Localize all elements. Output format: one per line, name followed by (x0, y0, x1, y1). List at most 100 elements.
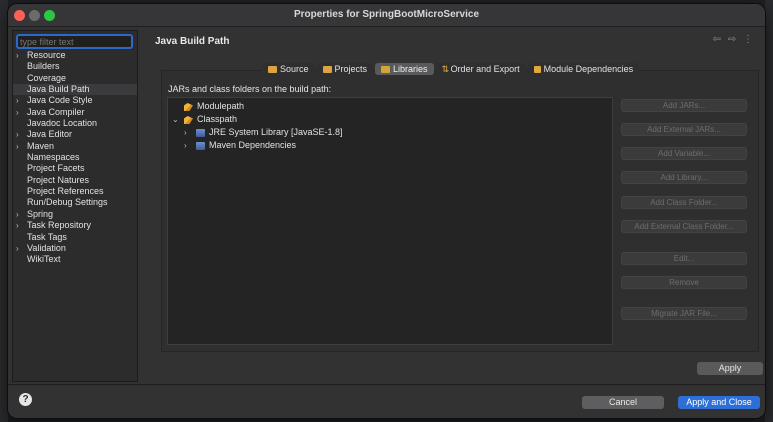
chevron-right-icon[interactable]: › (16, 129, 19, 140)
apply-and-close-button[interactable]: Apply and Close (678, 396, 760, 409)
add-jars-button[interactable]: Add JARs... (621, 99, 747, 112)
title-bar: Properties for SpringBootMicroService (8, 4, 765, 27)
tab-libraries[interactable]: Libraries (375, 63, 434, 75)
sidebar-item-label: Maven (27, 140, 55, 151)
sidebar-item-run-debug-settings[interactable]: Run/Debug Settings (13, 197, 137, 208)
sidebar-item-validation[interactable]: › Validation (13, 243, 137, 254)
sidebar-item-java-build-path[interactable]: Java Build Path (13, 84, 137, 96)
sidebar-item-wikitext[interactable]: WikiText (13, 254, 137, 265)
sidebar-item-builders[interactable]: Builders (13, 61, 137, 72)
ide-right-strip (765, 0, 773, 422)
chevron-down-icon[interactable]: ⌄ (172, 113, 179, 126)
sidebar-item-project-natures[interactable]: Project Natures (13, 175, 137, 186)
modulepath-icon (184, 103, 193, 111)
sidebar-item-label: Task Tags (27, 231, 67, 242)
build-path-tree[interactable]: Modulepath ⌄ Classpath › JRE System Library … (167, 97, 613, 345)
sidebar-item-javadoc-location[interactable]: Javadoc Location (13, 118, 137, 129)
sidebar-item-label: Java Compiler (27, 106, 85, 117)
sidebar-item-label: Java Build Path (27, 84, 90, 95)
sidebar-item-java-editor[interactable]: › Java Editor (13, 129, 137, 140)
page-navigation: ⇦ ⇨ ⋮ (713, 34, 755, 45)
sidebar-item-label: Task Repository (27, 220, 92, 231)
source-folder-icon (268, 65, 277, 73)
libraries-icon (381, 65, 391, 73)
sidebar-item-project-facets[interactable]: Project Facets (13, 163, 137, 174)
sidebar-item-label: Validation (27, 242, 66, 253)
property-pages-tree: › Resource Builders Coverage Java Build Path… (13, 50, 137, 266)
sidebar-item-java-code-style[interactable]: › Java Code Style (13, 95, 137, 106)
sidebar-item-maven[interactable]: › Maven (13, 141, 137, 152)
sidebar-item-label: Javadoc Location (27, 118, 98, 129)
filter-field-frame (16, 34, 133, 49)
help-icon[interactable]: ? (19, 393, 32, 406)
chevron-right-icon[interactable]: › (16, 220, 19, 231)
sidebar-item-label: Builders (27, 61, 60, 72)
sidebar-item-label: WikiText (27, 254, 61, 265)
edit-button[interactable]: Edit... (621, 252, 747, 265)
add-class-folder-button[interactable]: Add Class Folder... (621, 196, 747, 209)
libraries-pane: JARs and class folders on the build path… (161, 70, 759, 352)
sidebar-item-label: Java Editor (27, 129, 73, 140)
tab-label: Order and Export (450, 64, 520, 74)
property-pages-sidebar: › ResourceBuildersCoverageJava Build Path… (12, 30, 138, 382)
add-variable-button[interactable]: Add Variable... (621, 147, 747, 160)
back-arrow-icon[interactable]: ⇦ (713, 34, 723, 45)
tree-node-classpath[interactable]: ⌄ Classpath (168, 113, 612, 126)
sidebar-item-project-references[interactable]: Project References (13, 186, 137, 197)
sidebar-item-label: Project Facets (27, 163, 85, 174)
sidebar-item-resource[interactable]: › Resource (13, 50, 137, 61)
maven-dependencies-icon (196, 142, 205, 150)
tree-node-maven-dependencies[interactable]: › Maven Dependencies (168, 139, 612, 152)
sidebar-item-task-repository[interactable]: › Task Repository (13, 220, 137, 231)
tab-order-and-export[interactable]: ⇅ Order and Export (435, 63, 526, 75)
tree-node-modulepath[interactable]: Modulepath (168, 100, 612, 113)
apply-button[interactable]: Apply (697, 362, 763, 375)
module-dependencies-icon (533, 65, 541, 73)
sidebar-item-task-tags[interactable]: Task Tags (13, 232, 137, 243)
page-title: Java Build Path (155, 36, 230, 47)
tab-label: Libraries (393, 64, 428, 74)
sidebar-item-java-compiler[interactable]: › Java Compiler (13, 107, 137, 118)
sidebar-item-spring[interactable]: › Spring (13, 209, 137, 220)
ide-left-strip (0, 0, 8, 422)
order-export-icon: ⇅ (441, 63, 450, 74)
add-library-button[interactable]: Add Library... (621, 171, 747, 184)
build-path-tabs: Source Projects Libraries ⇅ Order and Export… (262, 63, 640, 75)
tab-label: Source (280, 64, 309, 74)
footer-separator (8, 384, 765, 385)
chevron-right-icon[interactable]: › (16, 209, 19, 220)
tree-node-jre-system-library-javase-1-8[interactable]: › JRE System Library [JavaSE-1.8] (168, 126, 612, 139)
chevron-right-icon[interactable]: › (16, 95, 19, 106)
tab-projects[interactable]: Projects (316, 63, 374, 75)
chevron-right-icon[interactable]: › (16, 141, 19, 152)
jre-library-icon (196, 129, 205, 137)
tab-label: Module Dependencies (543, 64, 634, 74)
cancel-button[interactable]: Cancel (582, 396, 664, 409)
add-external-class-folder-button[interactable]: Add External Class Folder... (621, 220, 747, 233)
add-external-jars-button[interactable]: Add External JARs... (621, 123, 747, 136)
sidebar-item-namespaces[interactable]: Namespaces (13, 152, 137, 163)
sidebar-item-label: Project References (27, 186, 104, 197)
forward-arrow-icon[interactable]: ⇨ (728, 34, 738, 45)
sidebar-item-label: Spring (27, 208, 54, 219)
chevron-right-icon[interactable]: › (16, 107, 19, 118)
tab-source[interactable]: Source (262, 63, 315, 75)
migrate-jar-file-button[interactable]: Migrate JAR File... (621, 307, 747, 320)
remove-button[interactable]: Remove (621, 276, 747, 289)
chevron-right-icon[interactable]: › (16, 243, 19, 254)
chevron-right-icon[interactable]: › (184, 139, 187, 152)
sidebar-item-label: Java Code Style (27, 95, 93, 106)
filter-input[interactable] (18, 36, 130, 47)
view-menu-icon[interactable]: ⋮ (743, 34, 755, 45)
tree-node-label: Classpath (197, 114, 238, 124)
sidebar-item-label: Namespaces (27, 152, 80, 163)
properties-dialog: Properties for SpringBootMicroService › R… (8, 4, 765, 418)
sidebar-item-coverage[interactable]: Coverage (13, 73, 137, 84)
chevron-right-icon[interactable]: › (16, 50, 19, 61)
chevron-right-icon[interactable]: › (184, 126, 187, 139)
tree-node-label: Modulepath (197, 101, 245, 111)
sidebar-item-label: Resource (27, 50, 66, 60)
sidebar-item-label: Project Natures (27, 174, 90, 185)
classpath-icon (184, 116, 193, 124)
tab-module-dependencies[interactable]: Module Dependencies (527, 63, 640, 75)
